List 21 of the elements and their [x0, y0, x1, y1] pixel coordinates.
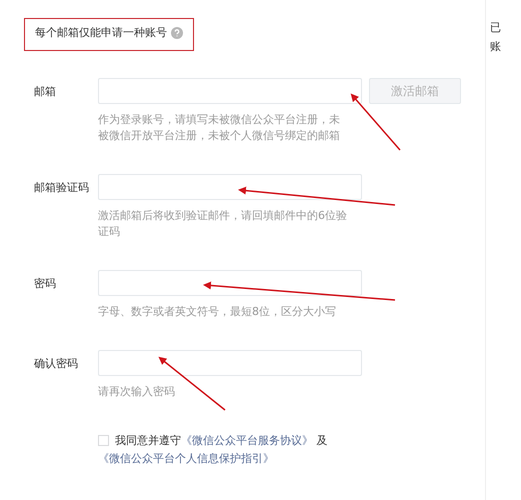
side-text: 账	[490, 39, 501, 54]
field-hint: 作为登录账号，请填写未被微信公众平台注册，未被微信开放平台注册，未被个人微信号绑定的邮箱	[98, 112, 341, 144]
notice-text: 每个邮箱仅能申请一种账号	[35, 25, 167, 40]
field-hint: 激活邮箱后将收到验证邮件，请回填邮件中的6位验证码	[98, 208, 348, 240]
agreement-link[interactable]: 《微信公众平台个人信息保护指引》	[98, 452, 274, 465]
conjunction-text: 及	[316, 434, 328, 447]
field-label: 确认密码	[34, 356, 79, 370]
agreement-text: 我同意并遵守	[115, 434, 181, 447]
help-icon[interactable]	[171, 26, 183, 38]
input-field[interactable]	[98, 270, 362, 296]
input-field[interactable]	[98, 174, 362, 200]
field-label: 邮箱验证码	[34, 180, 90, 194]
agreement-link[interactable]: 《微信公众平台服务协议》	[181, 434, 313, 447]
input-field[interactable]	[98, 350, 362, 376]
field-label: 密码	[34, 276, 57, 290]
side-text: 已	[490, 20, 501, 35]
field-hint: 字母、数字或者英文符号，最短8位，区分大小写	[98, 304, 337, 320]
field-label: 邮箱	[34, 84, 57, 98]
input-field[interactable]	[98, 78, 362, 104]
field-hint: 请再次输入密码	[98, 384, 176, 400]
agreement-checkbox[interactable]	[98, 435, 109, 446]
